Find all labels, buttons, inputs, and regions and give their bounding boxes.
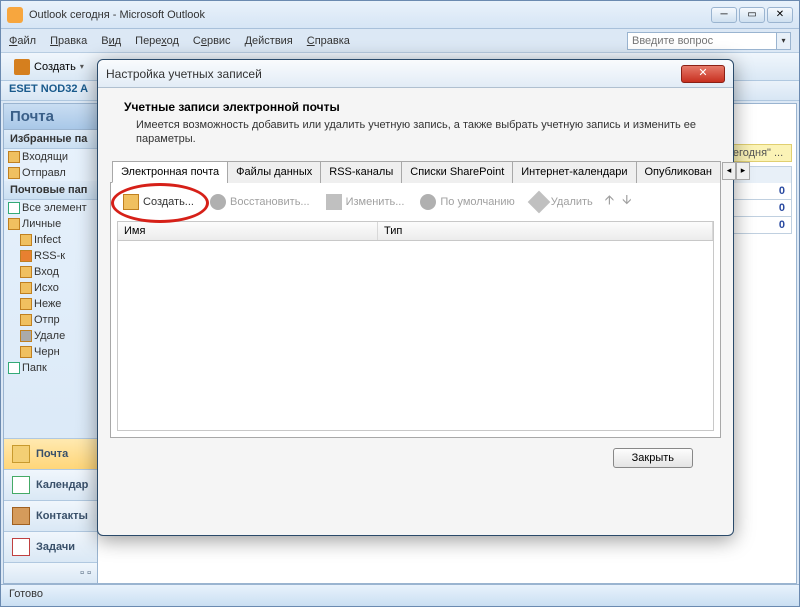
accounts-list-header: Имя Тип	[117, 221, 714, 241]
col-name[interactable]: Имя	[118, 222, 378, 240]
folder-icon	[8, 151, 20, 163]
edit-icon	[326, 194, 342, 210]
repair-account-button[interactable]: Восстановить...	[206, 192, 314, 212]
set-default-button[interactable]: По умолчанию	[416, 192, 518, 212]
nav-personal-folders[interactable]: Личные	[4, 216, 97, 232]
dialog-close-footer-button[interactable]: Закрыть	[613, 448, 693, 468]
rss-icon	[20, 250, 32, 262]
default-icon	[420, 194, 436, 210]
new-account-button[interactable]: Создать...	[119, 192, 198, 212]
navbar-mail[interactable]: Почта	[4, 438, 97, 469]
nav-section-favorites: Избранные па	[4, 130, 97, 149]
nav-header-mail: Почта	[4, 104, 97, 130]
accounts-list[interactable]	[117, 241, 714, 431]
deleted-icon	[20, 330, 32, 342]
tasks-icon	[12, 538, 30, 556]
sent-icon	[20, 314, 32, 326]
delete-icon	[527, 191, 550, 214]
tab-panel-email: Создать... Восстановить... Изменить... П…	[110, 183, 721, 438]
messages-count-3: 0	[724, 217, 792, 234]
dialog-heading: Учетные записи электронной почты	[124, 100, 707, 114]
dialog-tabs: Электронная почта Файлы данных RSS-канал…	[110, 160, 721, 183]
menu-view[interactable]: Вид	[101, 35, 121, 47]
messages-count-1: 0	[724, 183, 792, 200]
window-title: Outlook сегодня - Microsoft Outlook	[29, 9, 205, 21]
close-window-button[interactable]: ✕	[767, 7, 793, 23]
move-up-button[interactable]: 🡩	[605, 191, 614, 213]
nav-outbox[interactable]: Исхо	[4, 280, 97, 296]
folder-icon	[20, 234, 32, 246]
delete-account-button[interactable]: Удалить	[527, 192, 597, 212]
nav-fav-inbox[interactable]: Входящи	[4, 149, 97, 165]
nav-fav-sent[interactable]: Отправл	[4, 165, 97, 181]
search-folder-icon	[8, 202, 20, 214]
new-icon	[123, 194, 139, 210]
outlook-icon	[7, 7, 23, 23]
menu-file[interactable]: Файл	[9, 35, 36, 47]
nav-inbox[interactable]: Вход	[4, 264, 97, 280]
tab-rss[interactable]: RSS-каналы	[320, 161, 402, 183]
chevron-down-icon: ▾	[80, 62, 84, 71]
nav-junk[interactable]: Неже	[4, 296, 97, 312]
new-mail-icon	[14, 59, 30, 75]
folder-icon	[8, 167, 20, 179]
create-button-label: Создать	[34, 61, 76, 73]
titlebar: Outlook сегодня - Microsoft Outlook ─ ▭ …	[1, 1, 799, 29]
search-folder-icon	[8, 362, 20, 374]
contacts-icon	[12, 507, 30, 525]
menu-go[interactable]: Переход	[135, 35, 179, 47]
account-settings-dialog: Настройка учетных записей ✕ Учетные запи…	[97, 59, 734, 536]
nav-sent[interactable]: Отпр	[4, 312, 97, 328]
move-down-button[interactable]: 🡫	[622, 191, 631, 213]
tab-scroll-right[interactable]: ▸	[736, 162, 750, 180]
nav-section-mailfolders: Почтовые пап	[4, 181, 97, 200]
nav-rss[interactable]: RSS-к	[4, 248, 97, 264]
create-button[interactable]: Создать ▾	[7, 56, 91, 78]
nav-deleted[interactable]: Удале	[4, 328, 97, 344]
navbar-calendar[interactable]: Календар	[4, 469, 97, 500]
drafts-icon	[20, 346, 32, 358]
navbar-tasks[interactable]: Задачи	[4, 531, 97, 562]
folder-tree-icon	[8, 218, 20, 230]
question-dropdown[interactable]: ▾	[777, 32, 791, 50]
outbox-icon	[20, 282, 32, 294]
shortcuts-icon: ▫ ▫	[80, 567, 91, 579]
tab-internet-calendars[interactable]: Интернет-календари	[512, 161, 636, 183]
tab-published[interactable]: Опубликован	[636, 161, 721, 183]
menu-tools[interactable]: Сервис	[193, 35, 231, 47]
menu-bar: Файл Правка Вид Переход Сервис Действия …	[1, 29, 799, 53]
edit-account-button[interactable]: Изменить...	[322, 192, 409, 212]
navbar-more[interactable]: ▫ ▫	[4, 562, 97, 583]
navigation-pane: Почта Избранные па Входящи Отправл Почто…	[3, 103, 98, 584]
menu-actions[interactable]: Действия	[245, 35, 293, 47]
nav-drafts[interactable]: Черн	[4, 344, 97, 360]
dialog-titlebar: Настройка учетных записей ✕	[98, 60, 733, 88]
messages-count-2: 0	[724, 200, 792, 217]
tab-scroll-left[interactable]: ◂	[722, 162, 736, 180]
minimize-button[interactable]: ─	[711, 7, 737, 23]
nav-all-items[interactable]: Все элемент	[4, 200, 97, 216]
question-input[interactable]	[627, 32, 777, 50]
maximize-button[interactable]: ▭	[739, 7, 765, 23]
col-type[interactable]: Тип	[378, 222, 713, 240]
menu-edit[interactable]: Правка	[50, 35, 87, 47]
accounts-toolbar: Создать... Восстановить... Изменить... П…	[117, 189, 714, 215]
nav-search-folders[interactable]: Папк	[4, 360, 97, 376]
dialog-title: Настройка учетных записей	[106, 67, 262, 81]
calendar-icon	[12, 476, 30, 494]
status-bar: Готово	[1, 584, 799, 606]
status-text: Готово	[9, 588, 43, 600]
dialog-subtext: Имеется возможность добавить или удалить…	[136, 118, 707, 146]
dialog-close-button[interactable]: ✕	[681, 65, 725, 83]
mail-icon	[12, 445, 30, 463]
inbox-icon	[20, 266, 32, 278]
tab-email[interactable]: Электронная почта	[112, 161, 228, 183]
nav-infected[interactable]: Infect	[4, 232, 97, 248]
tab-data-files[interactable]: Файлы данных	[227, 161, 321, 183]
menu-help[interactable]: Справка	[307, 35, 350, 47]
junk-icon	[20, 298, 32, 310]
repair-icon	[210, 194, 226, 210]
navbar-contacts[interactable]: Контакты	[4, 500, 97, 531]
tab-sharepoint[interactable]: Списки SharePoint	[401, 161, 513, 183]
